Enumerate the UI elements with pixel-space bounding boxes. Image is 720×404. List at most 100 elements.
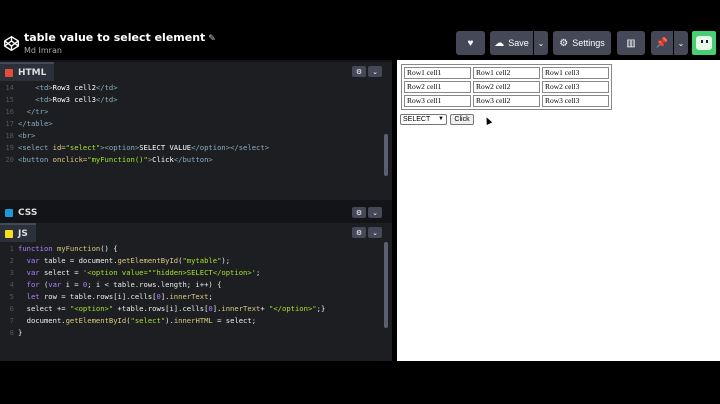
tab-css[interactable]: CSS xyxy=(0,203,46,222)
css-pane-header: CSS ⚙ ⌄ xyxy=(0,203,392,222)
js-pane-header: JS ⚙ ⌄ xyxy=(0,223,392,242)
tab-css-label: CSS xyxy=(18,207,38,218)
code-line[interactable]: 18 <br> xyxy=(0,131,380,143)
table-row: Row2 cell1 Row2 cell2 Row2 cell3 xyxy=(404,81,609,93)
line-number: 1 xyxy=(9,244,14,253)
pen-title[interactable]: table value to select element ✎ xyxy=(24,31,216,44)
tab-html[interactable]: HTML xyxy=(0,62,55,81)
table-cell: Row1 cell3 xyxy=(542,67,609,79)
code-line[interactable]: 19 <select id="select"><option>SELECT VAL… xyxy=(0,143,380,155)
chevron-down-icon: ⌄ xyxy=(537,38,545,48)
result-select[interactable]: SELECT ▼ xyxy=(400,114,447,125)
chevron-down-icon: ⌄ xyxy=(372,67,378,76)
chevron-down-icon: ⌄ xyxy=(677,38,685,48)
code-text: select += "<option>" +table.rows[i].cell… xyxy=(18,304,326,313)
code-line[interactable]: 1 function myFunction() { xyxy=(0,244,380,256)
css-collapse-button[interactable]: ⌄ xyxy=(368,207,382,218)
code-line[interactable]: 14 <td>Row3 cell2</td> xyxy=(0,83,380,95)
html-scrollbar[interactable] xyxy=(384,134,388,176)
code-line[interactable]: 16 </tr> xyxy=(0,107,380,119)
html-settings-button[interactable]: ⚙ xyxy=(352,66,366,77)
table-cell: Row2 cell2 xyxy=(473,81,540,93)
tab-js[interactable]: JS xyxy=(0,223,36,242)
line-number: 4 xyxy=(9,280,14,289)
js-collapse-button[interactable]: ⌄ xyxy=(368,227,382,238)
gear-icon: ⚙ xyxy=(355,208,363,217)
table-cell: Row1 cell1 xyxy=(404,67,471,79)
code-text: for (var i = 0; i < table.rows.length; i… xyxy=(26,280,222,289)
top-header: table value to select element ✎ Md Imran … xyxy=(0,26,720,60)
result-table: Row1 cell1 Row1 cell2 Row1 cell3 Row2 cell1… xyxy=(401,64,612,110)
code-text: <button onclick="myFunction()">Click</bu… xyxy=(18,155,213,164)
js-code-editor[interactable]: 1 function myFunction() { 2 var table = do… xyxy=(0,242,392,361)
result-preview: Row1 cell1 Row1 cell2 Row1 cell3 Row2 cell1… xyxy=(397,60,720,361)
css-icon xyxy=(5,208,13,217)
pencil-icon[interactable]: ✎ xyxy=(208,34,216,44)
line-number: 7 xyxy=(9,316,14,325)
line-number: 3 xyxy=(9,268,14,277)
gear-icon: ⚙ xyxy=(355,228,363,237)
code-line[interactable]: 2 var table = document.getElementById("m… xyxy=(0,256,380,268)
code-line[interactable]: 8} xyxy=(0,328,380,340)
code-text: <td>Row3 cell2</td> xyxy=(18,83,118,92)
pin-options-button[interactable]: ⌄ xyxy=(674,31,688,55)
save-label: Save xyxy=(508,38,529,48)
layout-icon: ▥ xyxy=(626,37,636,49)
pen-author[interactable]: Md Imran xyxy=(24,46,62,55)
code-line[interactable]: 20 <button onclick="myFunction()">Click</… xyxy=(0,155,380,167)
heart-icon: ♥ xyxy=(467,37,474,49)
css-settings-button[interactable]: ⚙ xyxy=(352,207,366,218)
table-cell: Row3 cell2 xyxy=(473,95,540,107)
love-button[interactable]: ♥ xyxy=(456,31,485,55)
code-text: <select id="select"><option>SELECT VALUE… xyxy=(18,143,270,152)
layout-button[interactable]: ▥ xyxy=(617,31,645,55)
code-text: </tr> xyxy=(18,107,49,116)
settings-button[interactable]: ⚙ Settings xyxy=(553,31,611,55)
code-line[interactable]: 4 for (var i = 0; i < table.rows.length;… xyxy=(0,280,380,292)
code-text: <br> xyxy=(18,131,36,140)
line-number: 6 xyxy=(9,304,14,313)
code-line[interactable]: 17 </table> xyxy=(0,119,380,131)
save-options-button[interactable]: ⌄ xyxy=(534,31,548,55)
table-cell: Row2 cell3 xyxy=(542,81,609,93)
code-text: var select = '<option value=""hidden>SEL… xyxy=(26,268,261,277)
html-collapse-button[interactable]: ⌄ xyxy=(368,66,382,77)
js-scrollbar[interactable] xyxy=(384,242,388,328)
js-icon xyxy=(5,229,13,238)
html-icon xyxy=(5,68,13,77)
chevron-down-icon: ⌄ xyxy=(372,208,378,217)
line-number: 2 xyxy=(9,256,14,265)
line-number: 17 xyxy=(5,119,14,128)
code-line[interactable]: 7 document.getElementById("select").inne… xyxy=(0,316,380,328)
code-text: </table> xyxy=(18,119,53,128)
pen-title-text[interactable]: table value to select element xyxy=(24,31,205,44)
js-settings-button[interactable]: ⚙ xyxy=(352,227,366,238)
table-row: Row1 cell1 Row1 cell2 Row1 cell3 xyxy=(404,67,609,79)
html-code-editor[interactable]: 14 <td>Row3 cell2</td> 15 <td>Row3 cell3<… xyxy=(0,81,392,200)
line-number: 5 xyxy=(9,292,14,301)
click-button[interactable]: Click xyxy=(450,114,474,125)
chevron-down-icon: ⌄ xyxy=(372,228,378,237)
table-cell: Row1 cell2 xyxy=(473,67,540,79)
code-line[interactable]: 5 let row = table.rows[i].cells[0].inner… xyxy=(0,292,380,304)
user-avatar[interactable] xyxy=(692,31,716,55)
code-line[interactable]: 6 select += "<option>" +table.rows[i].ce… xyxy=(0,304,380,316)
html-pane-header: HTML ⚙ ⌄ xyxy=(0,62,392,81)
line-number: 8 xyxy=(9,328,14,337)
codepen-logo-icon[interactable] xyxy=(3,35,20,52)
mouse-cursor-icon xyxy=(483,116,493,125)
code-text: var table = document.getElementById("myt… xyxy=(26,256,231,265)
code-text: } xyxy=(18,328,23,337)
code-text: function myFunction() { xyxy=(18,244,118,253)
gear-icon: ⚙ xyxy=(559,37,569,49)
code-line[interactable]: 15 <td>Row3 cell3</td> xyxy=(0,95,380,107)
code-line[interactable]: 3 var select = '<option value=""hidden>S… xyxy=(0,268,380,280)
result-select-value: SELECT xyxy=(403,116,431,123)
tab-js-label: JS xyxy=(18,228,28,239)
pin-button[interactable]: 📌 xyxy=(651,31,673,55)
save-button[interactable]: ☁ Save xyxy=(490,31,533,55)
editor-column: HTML ⚙ ⌄ 14 <td>Row3 cell2</td> 15 <td>Ro… xyxy=(0,60,392,361)
gear-icon: ⚙ xyxy=(355,67,363,76)
settings-label: Settings xyxy=(572,38,605,48)
code-text: <td>Row3 cell3</td> xyxy=(18,95,118,104)
